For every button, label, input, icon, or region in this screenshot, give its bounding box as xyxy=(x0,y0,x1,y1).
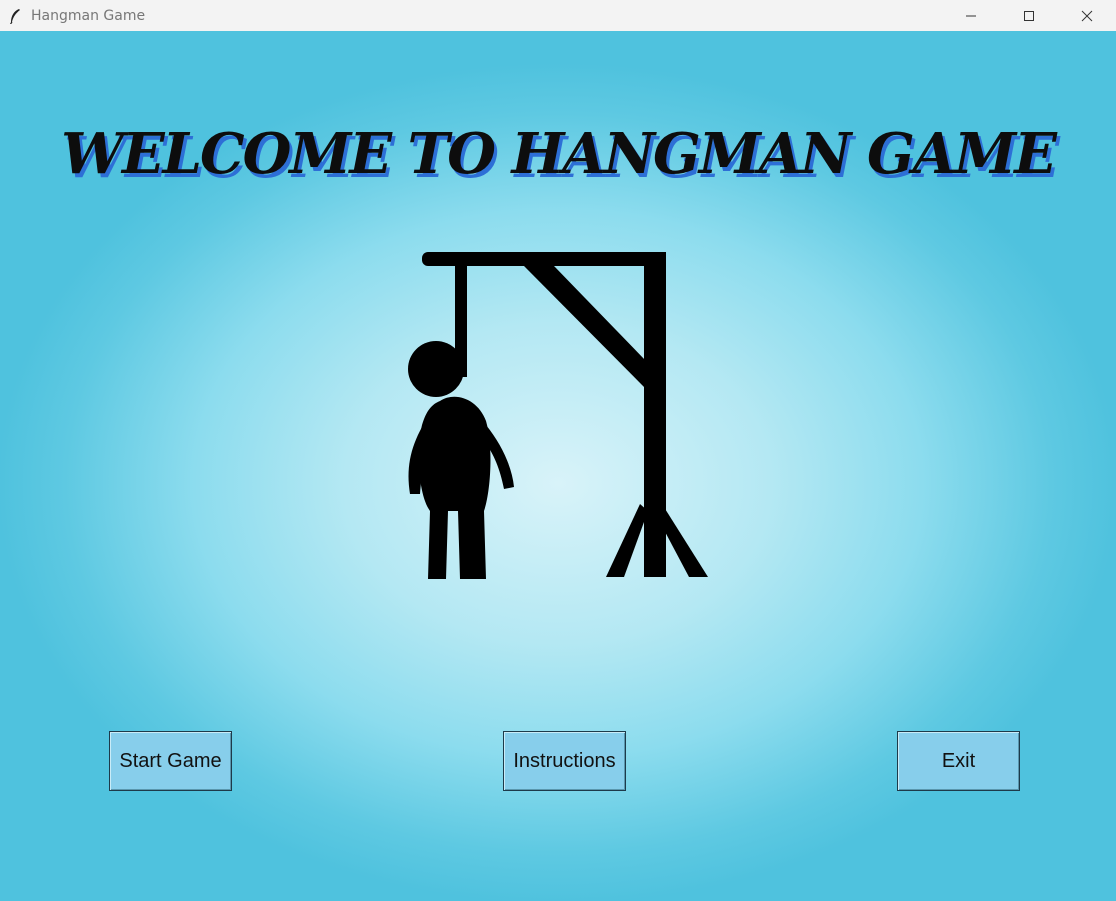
title-bar: Hangman Game xyxy=(0,0,1116,31)
window-title: Hangman Game xyxy=(31,7,146,24)
start-game-button[interactable]: Start Game xyxy=(109,731,232,791)
window-controls xyxy=(942,0,1116,31)
maximize-button[interactable] xyxy=(1000,0,1058,31)
maximize-icon xyxy=(1024,10,1034,21)
close-button[interactable] xyxy=(1058,0,1116,31)
close-icon xyxy=(1081,10,1093,21)
game-canvas: WELCOME TO HANGMAN GAME Start Game Instr… xyxy=(0,31,1116,901)
minimize-button[interactable] xyxy=(942,0,1000,31)
welcome-headline: WELCOME TO HANGMAN GAME xyxy=(61,121,1057,187)
exit-button[interactable]: Exit xyxy=(897,731,1020,791)
instructions-button[interactable]: Instructions xyxy=(503,731,626,791)
feather-icon xyxy=(10,8,20,24)
hangman-gallows-image xyxy=(408,252,708,579)
minimize-icon xyxy=(966,15,976,16)
